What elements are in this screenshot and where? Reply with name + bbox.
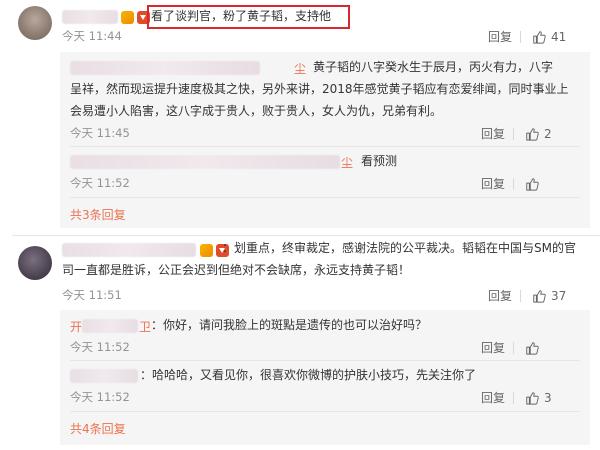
divider [513, 178, 514, 190]
reply-username-prefix[interactable]: 开 [70, 318, 82, 335]
separator [70, 146, 580, 147]
thumbs-up-icon [526, 392, 539, 405]
divider [513, 342, 514, 354]
reply-text: 看预测 [361, 154, 398, 168]
thumbs-up-icon [533, 31, 546, 44]
like-count: 3 [544, 391, 552, 405]
reply-text: ：你好，请问我脸上的斑點是遗传的也可以治好吗？ [151, 318, 428, 332]
reply-button[interactable]: 回复 [488, 28, 512, 45]
divider [520, 290, 521, 302]
divider [520, 31, 521, 43]
reply-text: 黄子韬的八字癸水生于辰月，丙火有力，八字 [313, 60, 554, 74]
reply-button[interactable]: 回复 [481, 125, 505, 142]
reply-username[interactable] [70, 155, 340, 169]
comment-time: 今天 11:51 [62, 288, 122, 302]
reply-text: 呈祥，然而现运提升速度极其之快，另外来讲，2018年感觉黄子韬应有恋爱绯闻，同时… [70, 82, 569, 96]
reply-time: 今天 11:52 [70, 340, 130, 354]
thumbs-up-icon [533, 290, 546, 303]
username[interactable] [62, 10, 118, 24]
separator [70, 360, 580, 361]
thumbs-up-icon [526, 342, 539, 355]
avatar[interactable] [18, 6, 52, 40]
like-button[interactable] [525, 176, 544, 192]
like-button[interactable]: 41 [532, 29, 566, 45]
reply-username-suffix[interactable]: 卫 [139, 318, 151, 335]
comment-text: 司一直都是胜诉，公正会迟到但绝对不会缺席，永远支持黄子韬！ [62, 263, 411, 277]
like-button[interactable]: 37 [532, 288, 566, 304]
reply-button[interactable]: 回复 [481, 175, 505, 192]
reply-text: ：哈哈哈，又看见你，很喜欢你微博的护肤小技巧，先关注你了 [140, 368, 477, 382]
thumbs-up-icon [526, 178, 539, 191]
comment-time: 今天 11:44 [62, 29, 122, 43]
comment-text: ：划重点，终审裁定，感谢法院的公平裁决。韬韬在中国与SM的官 [222, 241, 576, 255]
reply-text: 会易遭小人陷害，这八字成于贵人，败于贵人，女人为仇，兄弟有利。 [70, 104, 443, 118]
reply-button[interactable]: 回复 [488, 287, 512, 304]
like-button[interactable]: 2 [525, 126, 552, 142]
reply-time: 今天 11:45 [70, 126, 130, 140]
divider [513, 128, 514, 140]
separator [12, 235, 600, 236]
reply-username[interactable] [82, 319, 138, 333]
separator [70, 411, 580, 412]
vip-badge-icon [121, 10, 134, 24]
reply-time: 今天 11:52 [70, 176, 130, 190]
vip-badge-icon [200, 243, 213, 257]
user-badges [121, 10, 150, 24]
like-count: 2 [544, 127, 552, 141]
reply-username-suffix[interactable]: 尘 [341, 154, 353, 171]
more-replies-link[interactable]: 共4条回复 [70, 420, 126, 437]
reply-username[interactable] [70, 369, 138, 383]
comment-text: 看了谈判官，粉了黄子韬，支持他 [151, 9, 332, 23]
reply-username-suffix[interactable]: 尘 [294, 60, 306, 77]
reply-time: 今天 11:52 [70, 390, 130, 404]
like-count: 37 [551, 289, 567, 303]
reply-button[interactable]: 回复 [481, 389, 505, 406]
like-count: 41 [551, 30, 567, 44]
reply-button[interactable]: 回复 [481, 339, 505, 356]
like-button[interactable]: 3 [525, 390, 552, 406]
more-replies-link[interactable]: 共3条回复 [70, 206, 126, 223]
thumbs-up-icon [526, 128, 539, 141]
divider [513, 392, 514, 404]
reply-username[interactable] [70, 61, 260, 75]
avatar[interactable] [18, 246, 52, 280]
separator [70, 197, 580, 198]
username[interactable] [62, 243, 196, 257]
like-button[interactable] [525, 340, 544, 356]
